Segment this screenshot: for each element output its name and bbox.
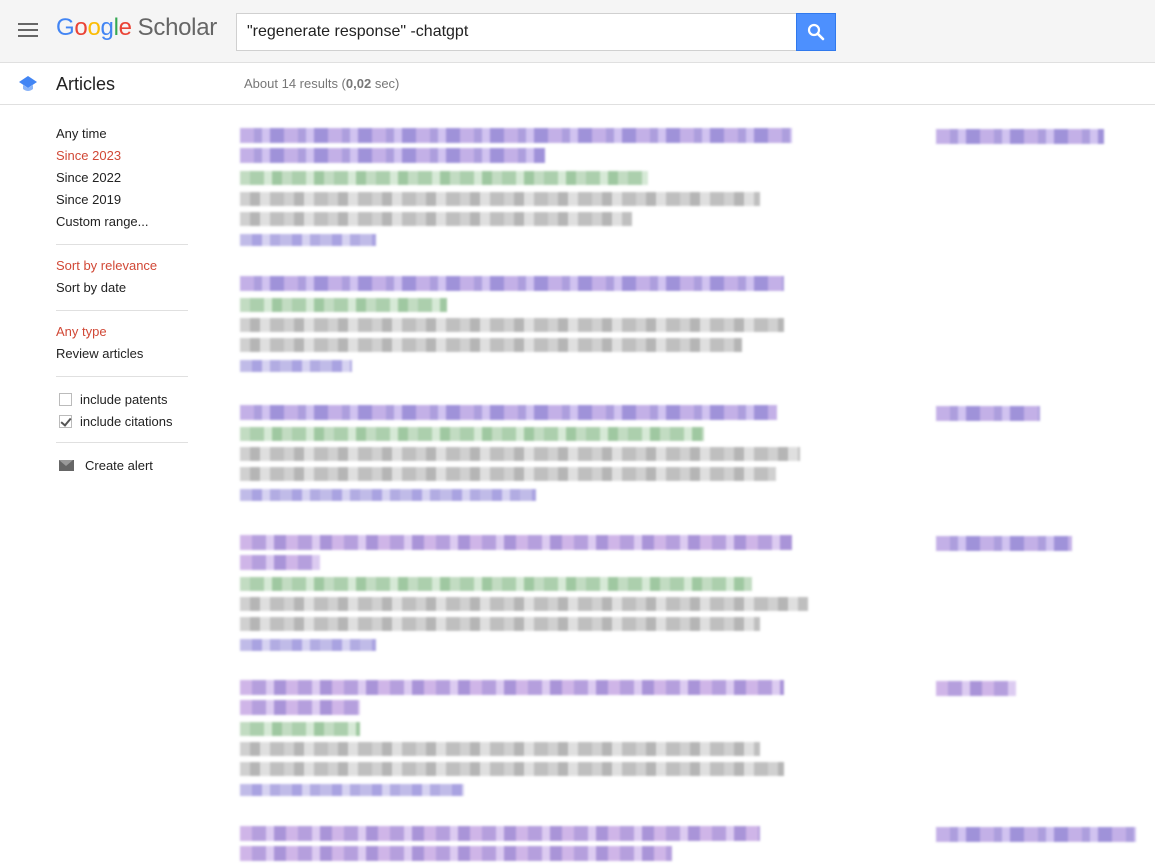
result-snippet-redacted bbox=[240, 467, 776, 481]
result-title-redacted[interactable] bbox=[240, 700, 360, 715]
divider bbox=[56, 310, 188, 311]
filter-any-type[interactable]: Any type bbox=[56, 322, 188, 344]
result-pdf-link-redacted[interactable] bbox=[936, 536, 1072, 551]
result-title-redacted[interactable] bbox=[240, 276, 784, 291]
graduation-cap-icon bbox=[19, 76, 37, 91]
filter-since-2022[interactable]: Since 2022 bbox=[56, 168, 188, 190]
result-pdf-link-redacted[interactable] bbox=[936, 406, 1040, 421]
result-authors-redacted bbox=[240, 427, 704, 441]
create-alert-label: Create alert bbox=[85, 457, 153, 473]
result-links-redacted[interactable] bbox=[240, 784, 464, 796]
result-snippet-redacted bbox=[240, 318, 784, 332]
include-patents-label: include patents bbox=[80, 391, 168, 407]
include-citations-label: include citations bbox=[80, 413, 173, 429]
create-alert-button[interactable]: Create alert bbox=[56, 454, 188, 476]
logo-letter: o bbox=[74, 14, 88, 41]
logo-letter: e bbox=[118, 14, 132, 41]
include-patents-toggle[interactable]: include patents bbox=[56, 388, 188, 410]
result-authors-redacted bbox=[240, 577, 752, 591]
filter-since-2019[interactable]: Since 2019 bbox=[56, 190, 188, 212]
result-title-redacted[interactable] bbox=[240, 148, 545, 163]
result-pdf-link-redacted[interactable] bbox=[936, 129, 1104, 144]
result-snippet-redacted bbox=[240, 617, 760, 631]
result-links-redacted[interactable] bbox=[240, 234, 376, 246]
result-snippet-redacted bbox=[240, 338, 742, 352]
google-scholar-logo[interactable]: Google Scholar bbox=[56, 14, 217, 42]
logo-letter: G bbox=[56, 14, 75, 41]
results-count: About 14 results (0,02 sec) bbox=[244, 76, 399, 91]
result-title-redacted[interactable] bbox=[240, 535, 792, 550]
divider bbox=[56, 376, 188, 377]
result-snippet-redacted bbox=[240, 742, 760, 756]
filter-review-articles[interactable]: Review articles bbox=[56, 344, 188, 366]
result-snippet-redacted bbox=[240, 447, 800, 461]
filter-any-time[interactable]: Any time bbox=[56, 124, 188, 146]
result-snippet-redacted bbox=[240, 192, 760, 206]
include-patents-checkbox[interactable] bbox=[59, 392, 72, 406]
result-links-redacted[interactable] bbox=[240, 489, 536, 501]
result-pdf-link-redacted[interactable] bbox=[936, 827, 1136, 842]
result-authors-redacted bbox=[240, 171, 648, 185]
result-title-redacted[interactable] bbox=[240, 555, 320, 570]
logo-letter: o bbox=[87, 14, 101, 41]
results-header: Articles About 14 results (0,02 sec) bbox=[0, 63, 1155, 105]
mail-icon bbox=[59, 459, 74, 471]
result-snippet-redacted bbox=[240, 597, 808, 611]
logo-letter: g bbox=[100, 14, 114, 41]
result-title-redacted[interactable] bbox=[240, 680, 784, 695]
result-title-redacted[interactable] bbox=[240, 128, 792, 143]
filter-since-2023[interactable]: Since 2023 bbox=[56, 146, 188, 168]
search-icon bbox=[807, 23, 825, 41]
result-pdf-link-redacted[interactable] bbox=[936, 681, 1016, 696]
result-snippet-redacted bbox=[240, 212, 632, 226]
results-prefix: About 14 results ( bbox=[244, 76, 346, 91]
divider bbox=[56, 442, 188, 443]
result-authors-redacted bbox=[240, 722, 360, 736]
include-citations-checkbox[interactable] bbox=[59, 414, 72, 428]
top-bar: Google Scholar bbox=[0, 0, 1155, 63]
search-input[interactable] bbox=[236, 13, 797, 51]
page-title: Articles bbox=[56, 74, 116, 94]
filter-sidebar: Any time Since 2023 Since 2022 Since 201… bbox=[56, 124, 188, 476]
search-button[interactable] bbox=[796, 13, 836, 51]
results-time: 0,02 bbox=[345, 76, 372, 91]
divider bbox=[56, 244, 188, 245]
logo-product-name: Scholar bbox=[137, 14, 218, 41]
result-links-redacted[interactable] bbox=[240, 639, 376, 651]
filter-custom-range[interactable]: Custom range... bbox=[56, 212, 188, 234]
result-snippet-redacted bbox=[240, 762, 784, 776]
result-title-redacted[interactable] bbox=[240, 405, 777, 420]
result-links-redacted[interactable] bbox=[240, 360, 352, 372]
result-title-redacted[interactable] bbox=[240, 846, 672, 861]
results-suffix: sec) bbox=[371, 76, 400, 91]
sort-by-relevance[interactable]: Sort by relevance bbox=[56, 256, 188, 278]
result-authors-redacted bbox=[240, 298, 447, 312]
result-title-redacted[interactable] bbox=[240, 826, 760, 841]
hamburger-menu-icon[interactable] bbox=[18, 23, 38, 37]
sort-by-date[interactable]: Sort by date bbox=[56, 278, 188, 300]
include-citations-toggle[interactable]: include citations bbox=[56, 410, 188, 432]
